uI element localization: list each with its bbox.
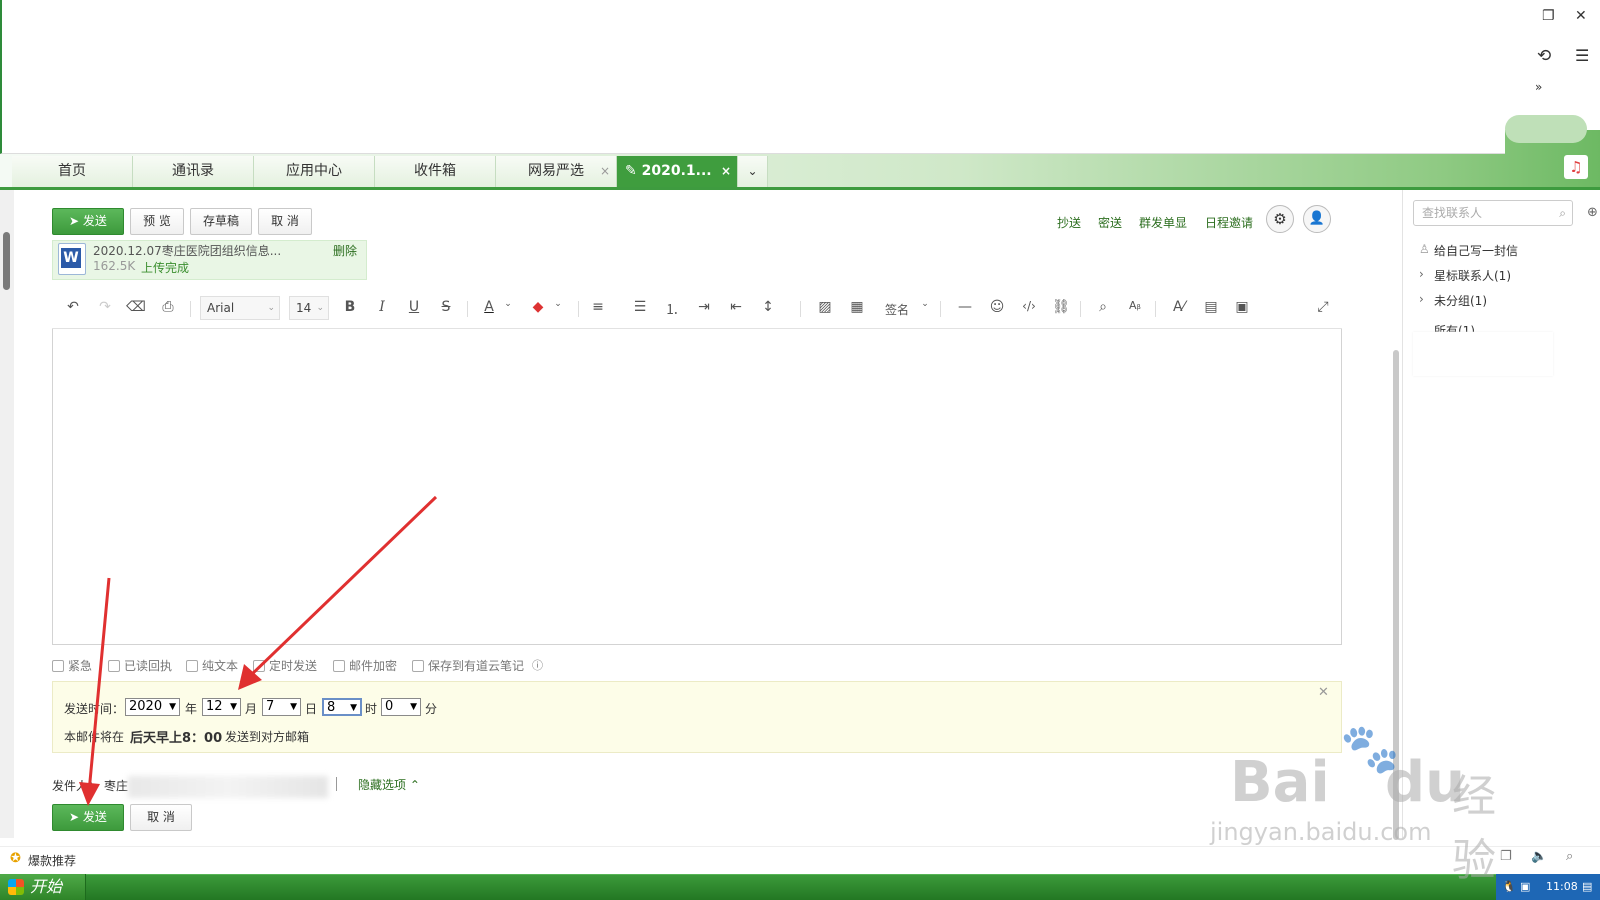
arrow-to-schedule <box>248 495 438 678</box>
arrow-to-send <box>87 577 111 793</box>
arrowhead <box>79 782 100 806</box>
annotation-arrows <box>79 495 438 806</box>
